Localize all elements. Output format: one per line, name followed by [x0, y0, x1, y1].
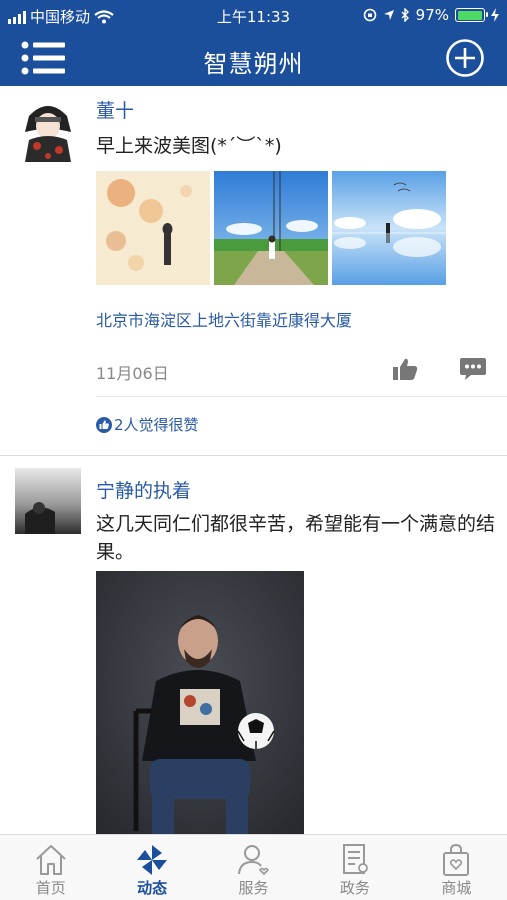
- post-image-3[interactable]: [332, 171, 446, 285]
- tab-feed[interactable]: 动态: [101, 835, 202, 900]
- post-photo[interactable]: [96, 571, 304, 834]
- tab-mall[interactable]: 商城: [406, 835, 507, 900]
- tab-label-services: 服务: [238, 879, 269, 897]
- post-username[interactable]: 宁静的执着: [96, 476, 191, 503]
- tab-label-home: 首页: [35, 879, 66, 897]
- post-image-1[interactable]: [96, 171, 210, 285]
- battery-icon: [455, 8, 488, 22]
- comment-bubble-icon: [460, 358, 486, 380]
- tab-label-feed: 动态: [137, 879, 168, 897]
- tab-government[interactable]: 政务: [304, 835, 405, 900]
- status-right: 97%: [363, 6, 499, 24]
- document-icon: [342, 844, 368, 874]
- avatar-image: [15, 96, 81, 162]
- person-service-icon: [237, 845, 269, 876]
- charging-icon: [491, 8, 499, 22]
- location-arrow-icon: [383, 10, 394, 20]
- divider: [96, 396, 507, 397]
- battery-percent: 97%: [415, 6, 449, 24]
- post-item: 董十 早上来波美图(*´︶`*) 北京市海淀区上地六街靠近康得大厦 11月06日…: [0, 86, 507, 456]
- tab-label-mall: 商城: [441, 879, 472, 897]
- add-post-button[interactable]: [445, 38, 485, 78]
- like-summary[interactable]: 2人觉得很赞: [96, 414, 199, 435]
- thumbs-up-icon: [393, 358, 418, 380]
- post-text: 这几天同仁们都很辛苦，希望能有一个满意的结果。: [96, 513, 496, 563]
- post-image-2[interactable]: [214, 171, 328, 285]
- tab-label-government: 政务: [339, 879, 370, 897]
- feed-list[interactable]: 董十 早上来波美图(*´︶`*) 北京市海淀区上地六街靠近康得大厦 11月06日…: [0, 86, 507, 834]
- bottom-tab-bar: 首页 动态 服务 政务 商城: [0, 834, 507, 900]
- like-summary-label: 2人觉得很赞: [114, 416, 199, 434]
- bluetooth-icon: [401, 8, 409, 22]
- post-username[interactable]: 董十: [96, 96, 134, 123]
- page-title: 智慧朔州: [203, 50, 304, 78]
- like-button[interactable]: [392, 357, 420, 383]
- plus-circle-icon: [446, 39, 484, 77]
- home-icon: [36, 845, 66, 875]
- avatar[interactable]: [15, 468, 81, 534]
- post-location[interactable]: 北京市海淀区上地六街靠近康得大厦: [96, 307, 352, 331]
- comment-button[interactable]: [459, 357, 487, 381]
- post-item: 宁静的执着 这几天同仁们都很辛苦，希望能有一个满意的结果。: [0, 456, 507, 834]
- pinwheel-icon: [137, 845, 168, 875]
- shopping-bag-icon: [443, 843, 470, 876]
- nav-bar: 智慧朔州: [0, 32, 507, 86]
- avatar-image: [15, 468, 81, 534]
- post-text: 早上来波美图(*´︶`*): [96, 135, 282, 157]
- rotation-lock-icon: [363, 8, 376, 22]
- tab-services[interactable]: 服务: [203, 835, 304, 900]
- thumbs-up-badge-icon: [96, 416, 112, 433]
- app-header: 中国移动 上午11:33 97% 智慧朔州: [0, 0, 507, 86]
- status-bar: 中国移动 上午11:33 97%: [0, 0, 507, 32]
- tab-home[interactable]: 首页: [0, 835, 101, 900]
- post-date: 11月06日: [96, 364, 169, 383]
- avatar[interactable]: [15, 96, 81, 162]
